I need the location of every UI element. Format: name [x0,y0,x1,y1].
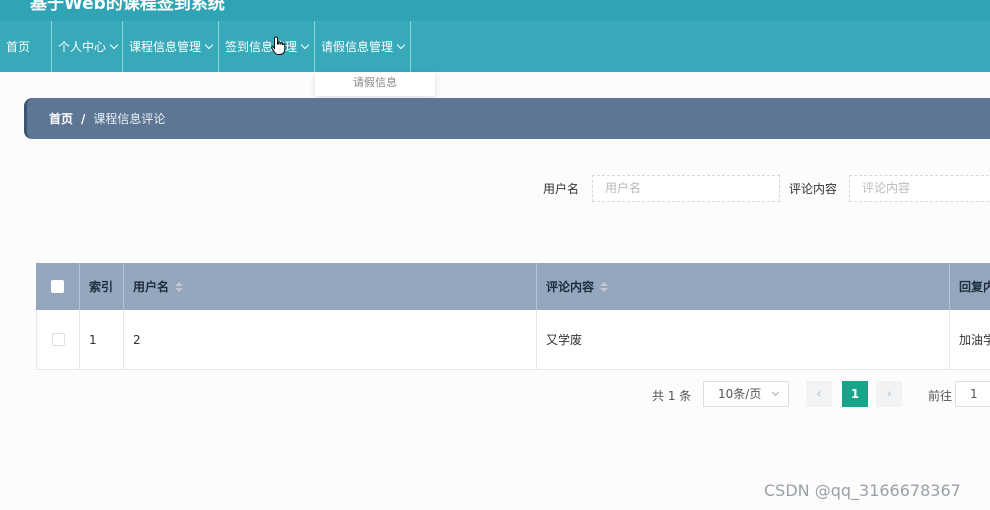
chevron-right-icon: › [886,386,892,402]
dropdown-item-leave-info[interactable]: 请假信息 [315,76,435,90]
select-all-cell [36,263,80,310]
top-header: 基于Web的课程签到系统 [0,0,990,21]
nav-label: 请假信息管理 [321,40,394,54]
column-header-label: 回复内容 [959,280,990,294]
nav-item-leave-info[interactable]: 请假信息管理 [315,21,411,72]
row-select-cell [37,310,80,369]
breadcrumb-home-link[interactable]: 首页 [49,110,73,127]
index-cell: 1 [80,310,124,369]
comment-search-input[interactable]: 评论内容 [849,175,990,202]
goto-label: 前往 [928,389,953,403]
next-page-button[interactable]: › [876,381,902,407]
leave-dropdown-menu: 请假信息 [315,72,435,96]
watermark: CSDN @qq_3166678367 [764,481,961,500]
column-header-label: 索引 [89,280,114,294]
column-header-comment[interactable]: 评论内容 [537,263,950,310]
chevron-down-icon [300,40,310,49]
system-title: 基于Web的课程签到系统 [30,0,225,14]
username-cell: 2 [124,310,537,369]
row-checkbox[interactable] [51,333,65,346]
breadcrumb: 首页 / 课程信息评论 [24,98,990,139]
chevron-down-icon [109,40,119,49]
page-size-select[interactable]: 10条/页 [703,381,789,407]
select-all-checkbox[interactable] [51,280,64,293]
page-size-value: 10条/页 [718,387,762,401]
column-header-reply: 回复内容 [950,263,990,310]
nav-label: 课程信息管理 [129,40,202,54]
username-label: 用户名 [543,182,580,196]
sort-icon[interactable] [600,281,609,292]
nav-item-home[interactable]: 首页 [0,21,52,72]
column-header-username[interactable]: 用户名 [124,263,537,310]
table-row: 1 2 又学废 加油学 [36,310,990,370]
page-number-button[interactable]: 1 [842,381,868,407]
main-nav: 首页 个人中心 课程信息管理 签到信息管理 请假信息管理 [0,21,990,72]
nav-label: 首页 [6,40,31,54]
comment-label: 评论内容 [789,182,838,196]
comments-table: 索引 用户名 评论内容 回复内容 1 2 又学废 加油学 [36,263,990,370]
column-header-label: 评论内容 [546,280,595,294]
goto-page-input[interactable]: 1 [955,381,990,407]
pagination-total: 共 1 条 [652,389,692,403]
prev-page-button[interactable]: ‹ [806,381,832,407]
chevron-left-icon: ‹ [816,386,822,402]
breadcrumb-current: 课程信息评论 [93,112,166,126]
hand-cursor-icon [271,36,286,55]
username-search-input[interactable]: 用户名 [592,175,780,202]
column-header-index: 索引 [80,263,124,310]
nav-label: 个人中心 [58,40,107,54]
chevron-down-icon [204,40,214,49]
column-header-label: 用户名 [133,280,170,294]
breadcrumb-separator: / [81,111,86,126]
nav-item-signin-info[interactable]: 签到信息管理 [219,21,315,72]
chevron-down-icon [396,40,406,49]
chevron-down-icon [771,388,780,397]
table-header: 索引 用户名 评论内容 回复内容 [36,263,990,310]
comment-cell: 又学废 [537,310,950,369]
sort-icon[interactable] [175,281,184,292]
reply-cell: 加油学 [959,333,990,347]
nav-item-personal-center[interactable]: 个人中心 [52,21,123,72]
nav-item-course-info[interactable]: 课程信息管理 [123,21,219,72]
